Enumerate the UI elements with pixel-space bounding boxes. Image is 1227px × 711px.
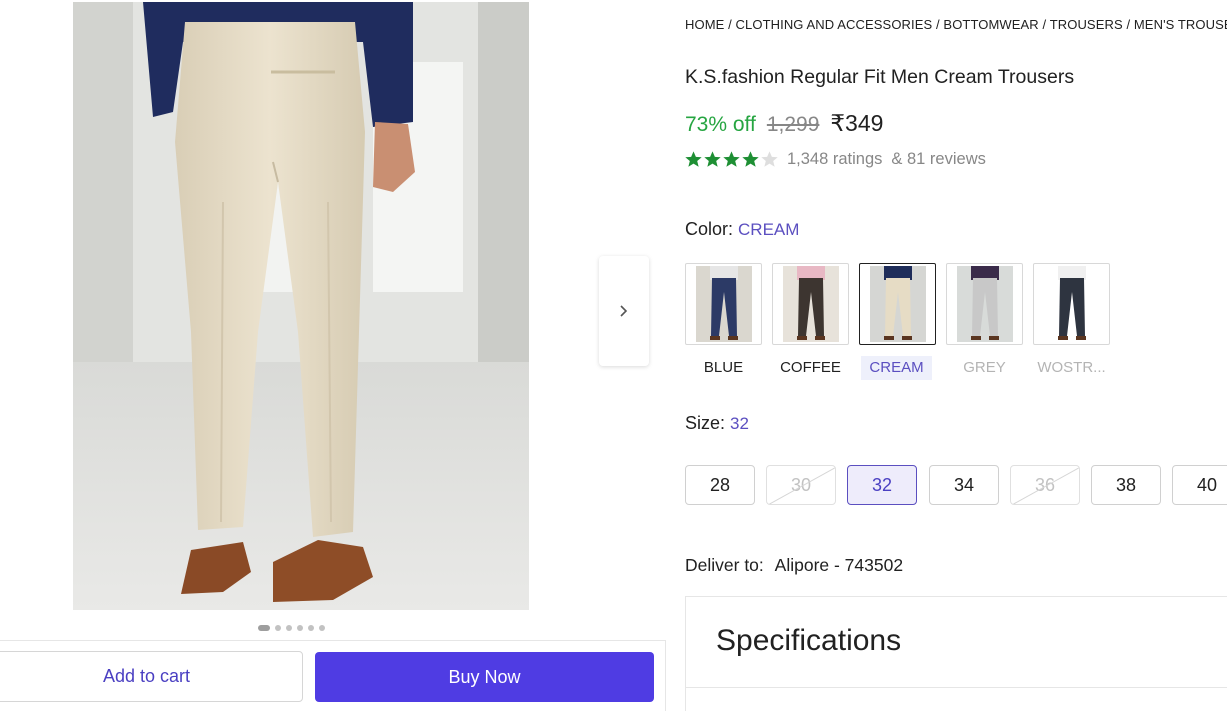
price-row: 73% off 1,299 ₹349 <box>685 110 883 137</box>
selected-size: 32 <box>730 414 749 433</box>
color-thumbnail <box>685 263 762 345</box>
size-option-40[interactable]: 40 <box>1172 465 1227 505</box>
breadcrumb-item[interactable]: CLOTHING AND ACCESSORIES <box>736 17 933 32</box>
size-option-38[interactable]: 38 <box>1091 465 1161 505</box>
breadcrumb-item[interactable]: HOME <box>685 17 724 32</box>
product-main-image[interactable] <box>73 2 529 610</box>
color-option-label: CREAM <box>861 356 932 380</box>
trousers-thumbnail-image <box>695 266 752 342</box>
chevron-right-icon <box>620 305 628 317</box>
color-option-wostr[interactable]: WOSTR... <box>1033 263 1110 380</box>
carousel-dot[interactable] <box>308 625 314 631</box>
breadcrumb-separator: / <box>1038 17 1050 32</box>
color-option-blue[interactable]: BLUE <box>685 263 762 380</box>
size-option-34[interactable]: 34 <box>929 465 999 505</box>
size-option-30[interactable]: 30 <box>766 465 836 505</box>
product-title: K.S.fashion Regular Fit Men Cream Trouse… <box>685 66 1075 88</box>
size-option-36[interactable]: 36 <box>1010 465 1080 505</box>
carousel-dot[interactable] <box>319 625 325 631</box>
delivery-row: Deliver to: Alipore - 743502 <box>685 555 903 576</box>
color-thumbnail <box>859 263 936 345</box>
deliver-to-label: Deliver to: <box>685 555 764 575</box>
size-heading: Size: 32 <box>685 413 749 434</box>
breadcrumb-separator: / <box>1122 17 1134 32</box>
color-thumbnail <box>772 263 849 345</box>
breadcrumb-separator: / <box>932 17 944 32</box>
color-heading: Color: CREAM <box>685 219 799 240</box>
trousers-thumbnail-image <box>869 266 926 342</box>
rating-stars <box>684 150 779 169</box>
color-option-label: GREY <box>963 359 1006 376</box>
trousers-thumbnail-image <box>956 266 1013 342</box>
carousel-dot[interactable] <box>286 625 292 631</box>
star-empty-icon <box>761 151 778 167</box>
carousel-dot[interactable] <box>258 625 270 631</box>
buy-now-button[interactable]: Buy Now <box>315 652 654 702</box>
next-image-button[interactable] <box>599 256 649 366</box>
color-option-label: COFFEE <box>780 359 841 376</box>
add-to-cart-button[interactable]: Add to cart <box>0 651 303 702</box>
carousel-dot[interactable] <box>297 625 303 631</box>
color-thumbnail <box>946 263 1023 345</box>
rating-row[interactable]: 1,348 ratings & 81 reviews <box>684 150 986 169</box>
trousers-thumbnail-image <box>782 266 839 342</box>
breadcrumb-separator: / <box>724 17 736 32</box>
color-option-coffee[interactable]: COFFEE <box>772 263 849 380</box>
image-carousel-dots <box>258 625 325 631</box>
star-filled-icon <box>723 151 740 167</box>
star-filled-icon <box>742 151 759 167</box>
reviews-count: & 81 reviews <box>891 150 986 168</box>
size-option-32[interactable]: 32 <box>847 465 917 505</box>
breadcrumb-item[interactable]: MEN'S TROUSERS <box>1134 17 1227 32</box>
specifications-title: Specifications <box>716 624 902 657</box>
breadcrumb-item[interactable]: TROUSERS <box>1050 17 1123 32</box>
breadcrumb-item[interactable]: BOTTOMWEAR <box>943 17 1038 32</box>
color-thumbnail <box>1033 263 1110 345</box>
divider <box>685 687 1227 688</box>
product-photo <box>73 2 529 610</box>
selling-price: ₹349 <box>830 110 884 136</box>
size-label: Size: <box>685 413 726 433</box>
ratings-count: 1,348 ratings <box>787 150 883 168</box>
color-option-label: WOSTR... <box>1037 359 1106 376</box>
delivery-location[interactable]: Alipore - 743502 <box>775 555 903 575</box>
size-option-28[interactable]: 28 <box>685 465 755 505</box>
breadcrumb: HOME / CLOTHING AND ACCESSORIES / BOTTOM… <box>685 17 1227 32</box>
color-option-grey[interactable]: GREY <box>946 263 1023 380</box>
trousers-thumbnail-image <box>1043 266 1100 342</box>
discount-percent: 73% off <box>685 113 756 136</box>
color-option-cream[interactable]: CREAM <box>859 263 936 380</box>
original-price: 1,299 <box>766 113 820 136</box>
star-filled-icon <box>685 151 702 167</box>
color-label: Color: <box>685 219 734 239</box>
star-filled-icon <box>704 151 721 167</box>
color-option-label: BLUE <box>703 359 744 376</box>
carousel-dot[interactable] <box>275 625 281 631</box>
selected-color: CREAM <box>738 220 800 239</box>
